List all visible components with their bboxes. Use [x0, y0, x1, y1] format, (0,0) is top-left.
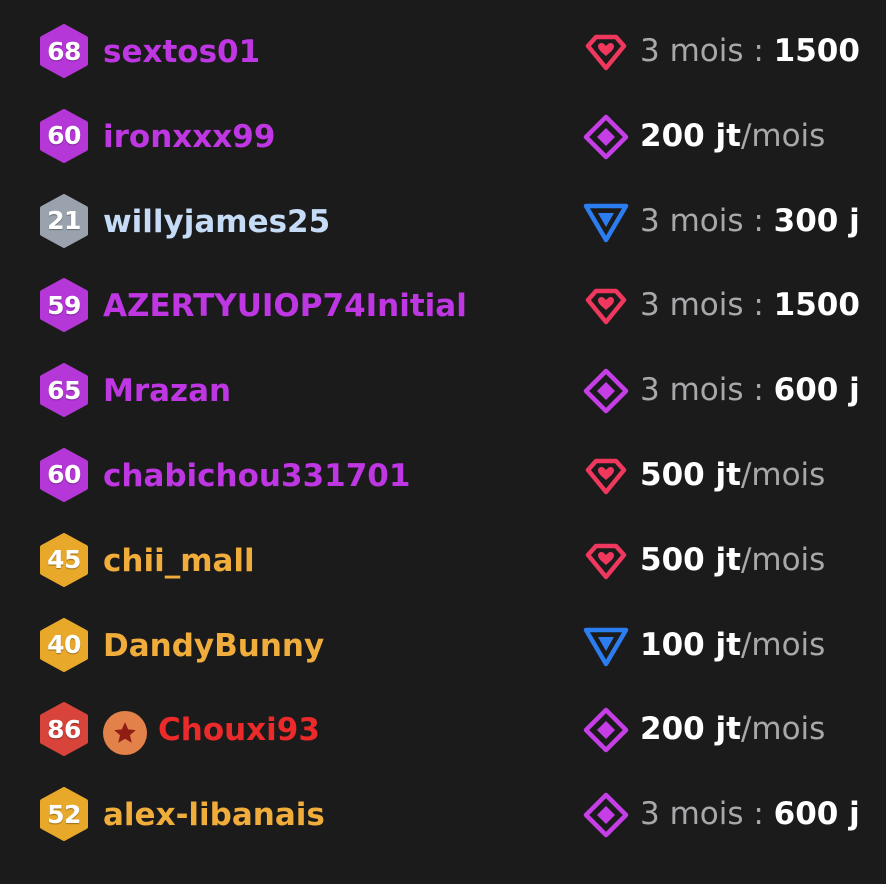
- level-number: 60: [47, 460, 81, 490]
- subscription-info: 3 mois : 300 j: [640, 201, 859, 241]
- sub-amount: 1500: [773, 33, 859, 69]
- username[interactable]: ironxxx99: [103, 117, 275, 157]
- level-badge: 65: [38, 363, 90, 418]
- star-icon: [114, 722, 136, 744]
- sub-amount: 100 jt: [640, 626, 741, 663]
- sub-amount: 500 jt: [640, 456, 741, 493]
- diamond-icon: [582, 706, 630, 754]
- sub-prefix: 3 mois :: [640, 33, 774, 69]
- username[interactable]: sextos01: [103, 32, 260, 72]
- list-item[interactable]: 60 ironxxx99 200 jt/mois: [0, 93, 886, 178]
- list-item[interactable]: 45 chii_mall 500 jt/mois: [0, 517, 886, 602]
- subscription-info: 200 jt/mois: [640, 709, 859, 749]
- heart-gem-icon: [582, 28, 630, 76]
- heart-gem-icon: [582, 452, 630, 500]
- level-badge: 68: [38, 24, 90, 78]
- username[interactable]: chabichou331701: [103, 456, 410, 496]
- username[interactable]: AZERTYUIOP74Initial: [103, 286, 467, 326]
- subscription-info: 3 mois : 1500: [640, 31, 859, 71]
- sub-amount: 200 jt: [640, 117, 741, 154]
- level-badge: 60: [38, 447, 90, 502]
- heart-gem-icon: [582, 537, 630, 585]
- subscription-info: 3 mois : 1500: [640, 285, 859, 325]
- sub-suffix: /mois: [740, 711, 826, 748]
- level-number: 21: [47, 206, 81, 236]
- username[interactable]: alex-libanais: [103, 795, 325, 835]
- sub-prefix: 3 mois :: [640, 372, 774, 409]
- sub-amount: 300 j: [773, 202, 859, 239]
- sub-prefix: 3 mois :: [640, 796, 774, 833]
- list-item[interactable]: 59 AZERTYUIOP74Initial 3 mois : 1500: [0, 262, 886, 347]
- list-item[interactable]: 65 Mrazan 3 mois : 600 j: [0, 347, 886, 432]
- sub-amount: 600 j: [773, 372, 859, 409]
- list-item[interactable]: 40 DandyBunny 100 jt/mois: [0, 602, 886, 687]
- sub-suffix: /mois: [740, 456, 826, 493]
- supporter-list: 68 sextos01 3 mois : 1500 60 ironxxx99 2…: [0, 8, 886, 856]
- list-item[interactable]: 52 alex-libanais 3 mois : 600 j: [0, 771, 886, 856]
- username[interactable]: willyjames25: [103, 202, 330, 242]
- username[interactable]: DandyBunny: [103, 626, 324, 666]
- sub-suffix: /mois: [740, 541, 826, 578]
- sub-amount: 200 jt: [640, 711, 741, 748]
- level-badge: 52: [38, 787, 90, 842]
- sub-amount: 500 jt: [640, 541, 741, 578]
- subscription-info: 500 jt/mois: [640, 540, 859, 580]
- level-number: 59: [47, 290, 81, 320]
- level-badge: 21: [38, 193, 90, 248]
- diamond-icon: [582, 113, 630, 161]
- level-number: 68: [47, 36, 81, 66]
- heart-gem-icon: [582, 282, 630, 330]
- list-item[interactable]: 60 chabichou331701 500 jt/mois: [0, 432, 886, 517]
- list-item[interactable]: 68 sextos01 3 mois : 1500: [0, 8, 886, 93]
- username[interactable]: Chouxi93: [158, 710, 320, 750]
- subscription-info: 3 mois : 600 j: [640, 370, 859, 410]
- subscription-info: 3 mois : 600 j: [640, 794, 859, 834]
- sub-amount: 600 j: [773, 796, 859, 833]
- level-badge: 45: [38, 532, 90, 587]
- star-badge: [103, 711, 147, 756]
- triangle-down-icon: [582, 622, 630, 670]
- level-number: 86: [47, 714, 81, 744]
- sub-prefix: 3 mois :: [640, 287, 774, 324]
- username[interactable]: Mrazan: [103, 371, 231, 411]
- sub-suffix: /mois: [740, 117, 826, 154]
- level-badge: 86: [38, 702, 90, 757]
- sub-prefix: 3 mois :: [640, 202, 774, 239]
- level-number: 40: [47, 630, 81, 660]
- triangle-down-icon: [582, 198, 630, 246]
- sub-amount: 1500: [773, 287, 859, 324]
- list-item[interactable]: 86 Chouxi93 200 jt/mois: [0, 686, 886, 771]
- subscription-info: 100 jt/mois: [640, 625, 859, 665]
- level-number: 65: [47, 375, 81, 405]
- level-badge: 59: [38, 278, 90, 333]
- list-item[interactable]: 21 willyjames25 3 mois : 300 j: [0, 178, 886, 263]
- diamond-icon: [582, 367, 630, 415]
- level-number: 52: [47, 799, 81, 829]
- level-badge: 60: [38, 108, 90, 163]
- level-number: 60: [47, 121, 81, 151]
- username[interactable]: chii_mall: [103, 541, 255, 581]
- subscription-info: 200 jt/mois: [640, 116, 859, 156]
- level-badge: 40: [38, 617, 90, 672]
- level-number: 45: [47, 545, 81, 575]
- sub-suffix: /mois: [740, 626, 826, 663]
- diamond-icon: [582, 791, 630, 839]
- subscription-info: 500 jt/mois: [640, 455, 859, 495]
